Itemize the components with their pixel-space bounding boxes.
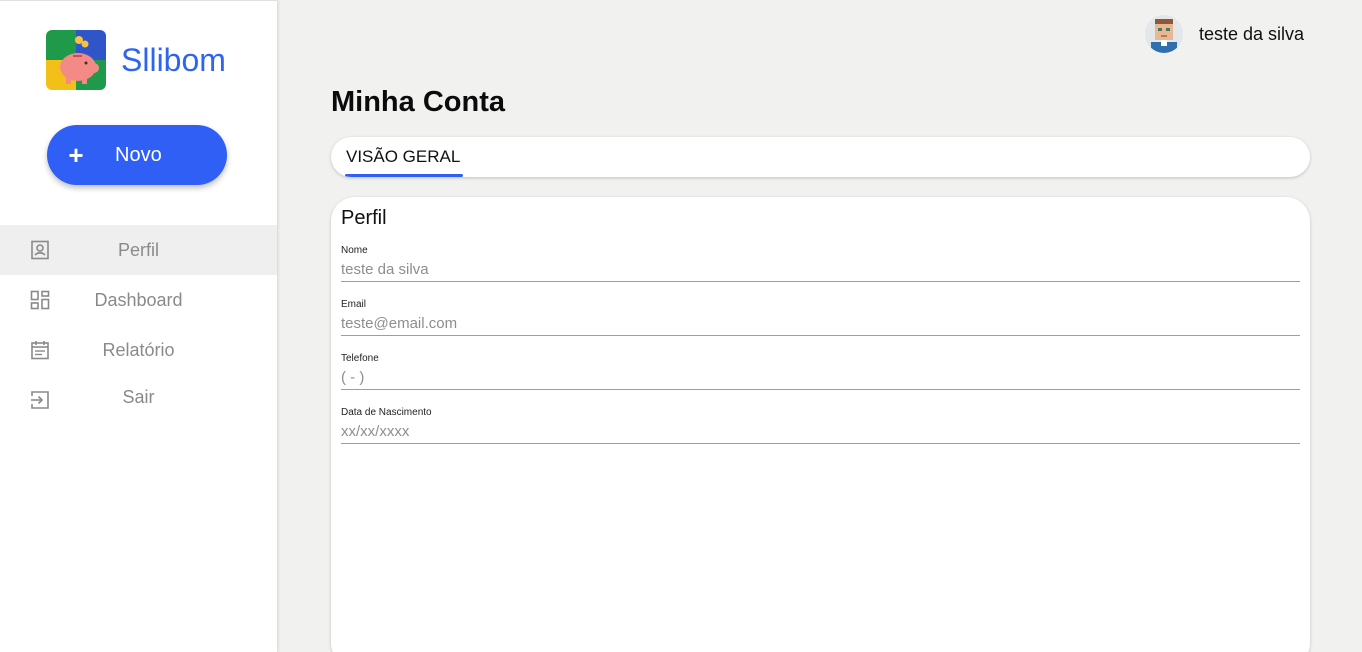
sidebar-item-dashboard[interactable]: Dashboard xyxy=(0,275,277,325)
plus-icon: + xyxy=(68,140,84,170)
profile-icon xyxy=(31,240,49,260)
field-label: Telefone xyxy=(341,353,379,364)
piggy-bank-logo-icon xyxy=(46,30,106,90)
sidebar-item-sair[interactable]: Sair xyxy=(0,375,277,419)
new-button[interactable]: + Novo xyxy=(47,125,227,185)
birthdate-field[interactable] xyxy=(341,419,1300,444)
name-field-group: Nome xyxy=(341,245,1300,282)
profile-card: Perfil Nome Email Telefone Data de Nasci… xyxy=(331,197,1310,652)
field-label: Data de Nascimento xyxy=(341,407,432,418)
user-name: teste da silva xyxy=(1198,23,1304,44)
active-tab-indicator xyxy=(345,174,463,177)
tab-bar: VISÃO GERAL xyxy=(331,137,1310,177)
phone-field-group: Telefone xyxy=(341,353,1300,390)
avatar[interactable] xyxy=(1144,15,1183,53)
birthdate-field-group: Data de Nascimento xyxy=(341,407,1300,444)
tab-label: VISÃO GERAL xyxy=(346,147,461,166)
email-field-group: Email xyxy=(341,299,1300,336)
sidebar-item-perfil[interactable]: Perfil xyxy=(0,225,277,275)
new-button-label: Novo xyxy=(115,143,162,166)
sidebar-nav: Perfil Dashboard Relatório Sair xyxy=(0,225,277,419)
sidebar-item-relatorio[interactable]: Relatório xyxy=(0,325,277,375)
brand[interactable]: Sllibom xyxy=(46,30,226,90)
logout-icon xyxy=(31,391,49,409)
card-title: Perfil xyxy=(341,207,387,229)
name-field[interactable] xyxy=(341,257,1300,282)
calendar-icon xyxy=(31,341,49,360)
brand-name: Sllibom xyxy=(121,41,226,78)
phone-field[interactable] xyxy=(341,365,1300,390)
sidebar: Sllibom + Novo Perfil Dashboard Relatóri… xyxy=(0,0,277,652)
email-field[interactable] xyxy=(341,311,1300,336)
field-label: Nome xyxy=(341,245,368,256)
user-menu[interactable]: teste da silva xyxy=(1144,15,1304,53)
page-title: Minha Conta xyxy=(331,86,505,118)
tab-visao-geral[interactable]: VISÃO GERAL xyxy=(331,137,463,177)
dashboard-icon xyxy=(30,290,50,310)
field-label: Email xyxy=(341,299,367,310)
